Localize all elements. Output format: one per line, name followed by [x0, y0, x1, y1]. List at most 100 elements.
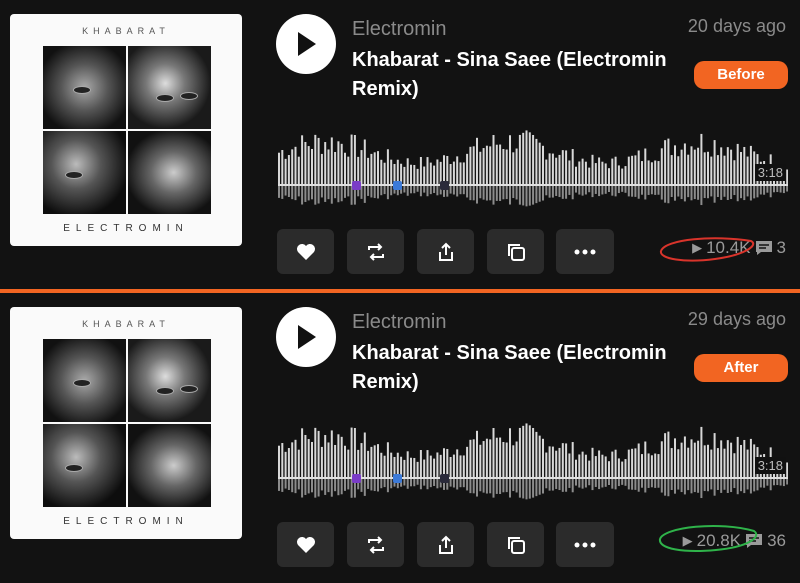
waveform-bar — [393, 163, 396, 184]
waveform-bar — [386, 149, 389, 184]
waveform-reflection-bar — [588, 186, 591, 193]
repost-button[interactable] — [347, 229, 404, 274]
comment-avatar-marker[interactable] — [440, 181, 449, 190]
waveform-bar — [571, 149, 574, 184]
play-button[interactable] — [276, 14, 336, 74]
waveform-bar — [525, 130, 528, 184]
waveform-reflection-bar — [670, 186, 673, 198]
waveform-bar — [301, 135, 304, 184]
album-art-artist: ELECTROMIN — [63, 516, 189, 527]
waveform-bar — [462, 455, 465, 477]
waveform-bar — [436, 159, 439, 184]
comment-avatar-marker[interactable] — [352, 474, 361, 483]
waveform-reflection-bar — [571, 479, 574, 493]
waveform-reflection-bar — [535, 479, 538, 497]
album-art[interactable]: KHABARAT ELECTROMIN — [10, 307, 242, 539]
waveform-reflection-bar — [697, 186, 700, 200]
waveform-reflection-bar — [522, 479, 525, 499]
repost-button[interactable] — [347, 522, 404, 567]
waveform-reflection-bar — [660, 479, 663, 493]
waveform[interactable] — [278, 419, 788, 501]
more-icon — [574, 542, 596, 547]
artist-name[interactable]: Electromin — [352, 18, 446, 41]
waveform-reflection-bar — [528, 186, 531, 206]
waveform-bar — [726, 440, 729, 477]
waveform-reflection-bar — [485, 479, 488, 494]
waveform-reflection-bar — [449, 479, 452, 487]
comment-avatar-marker[interactable] — [393, 474, 402, 483]
comment-count[interactable]: 36 — [767, 531, 786, 551]
play-button[interactable] — [276, 307, 336, 367]
waveform-reflection-bar — [449, 186, 452, 194]
waveform-bar — [664, 433, 667, 477]
waveform-bar — [304, 141, 307, 184]
waveform-reflection-bar — [664, 479, 667, 496]
waveform-bar — [291, 149, 294, 184]
waveform-reflection-bar — [733, 186, 736, 196]
share-button[interactable] — [417, 229, 474, 274]
comment-avatar-marker[interactable] — [440, 474, 449, 483]
track-title[interactable]: Khabarat - Sina Saee (Electromin Remix) — [352, 46, 672, 104]
waveform-bar — [674, 145, 676, 184]
waveform-reflection-bar — [301, 479, 304, 498]
waveform-bar — [287, 155, 290, 184]
waveform-reflection-bar — [650, 186, 653, 195]
waveform-reflection-bar — [492, 186, 495, 205]
waveform-reflection-bar — [532, 479, 535, 498]
waveform-reflection-bar — [542, 479, 544, 494]
waveform-bar — [749, 145, 752, 184]
waveform-reflection-bar — [627, 186, 630, 197]
waveform-bar — [350, 134, 353, 184]
artist-name[interactable]: Electromin — [352, 311, 446, 334]
waveform-reflection-bar — [697, 479, 700, 493]
more-button[interactable] — [556, 522, 614, 567]
waveform-bar — [324, 435, 327, 477]
waveform-reflection-bar — [647, 186, 650, 195]
waveform-reflection-bar — [726, 186, 729, 201]
share-button[interactable] — [417, 522, 474, 567]
waveform-bar — [575, 166, 577, 184]
copy-link-button[interactable] — [487, 522, 544, 567]
waveform-reflection-bar — [690, 186, 693, 201]
waveform-reflection-bar — [472, 479, 475, 494]
waveform-bar — [370, 153, 373, 184]
more-button[interactable] — [556, 229, 614, 274]
waveform-bar — [542, 438, 544, 477]
waveform-reflection-bar — [779, 186, 782, 193]
waveform-bar — [294, 439, 297, 477]
waveform-reflection-bar — [700, 186, 703, 206]
waveform-reflection-bar — [525, 186, 528, 207]
comment-count[interactable]: 3 — [777, 238, 786, 258]
waveform-bar — [641, 454, 643, 477]
waveform-bar — [558, 154, 561, 184]
waveform-bar — [383, 455, 386, 477]
comment-avatar-marker[interactable] — [352, 181, 361, 190]
waveform[interactable] — [278, 126, 788, 208]
like-button[interactable] — [277, 229, 334, 274]
waveform-bar — [419, 450, 422, 477]
waveform-bar — [654, 453, 657, 477]
waveform-reflection-bar — [707, 186, 709, 199]
waveform-bar — [429, 162, 432, 184]
waveform-reflection-bar — [591, 479, 594, 491]
waveform-bar — [736, 143, 739, 184]
waveform-reflection-bar — [759, 479, 762, 488]
like-button[interactable] — [277, 522, 334, 567]
waveform-reflection-bar — [730, 479, 733, 493]
waveform-reflection-bar — [753, 479, 756, 492]
waveform-bar — [624, 459, 627, 477]
waveform-bar — [377, 444, 379, 477]
waveform-bar — [314, 427, 317, 477]
album-art[interactable]: KHABARAT ELECTROMIN — [10, 14, 242, 246]
waveform-reflection-bar — [581, 186, 584, 196]
comment-avatar-marker[interactable] — [393, 181, 402, 190]
copy-link-button[interactable] — [487, 229, 544, 274]
waveform-bar — [462, 162, 465, 184]
waveform-reflection-bar — [489, 186, 492, 201]
waveform-reflection-bar — [502, 479, 505, 493]
track-title[interactable]: Khabarat - Sina Saee (Electromin Remix) — [352, 339, 672, 397]
waveform-reflection-bar — [594, 479, 597, 487]
waveform-reflection-bar — [363, 479, 366, 496]
waveform-reflection-bar — [476, 479, 478, 497]
waveform-bar — [538, 435, 541, 477]
